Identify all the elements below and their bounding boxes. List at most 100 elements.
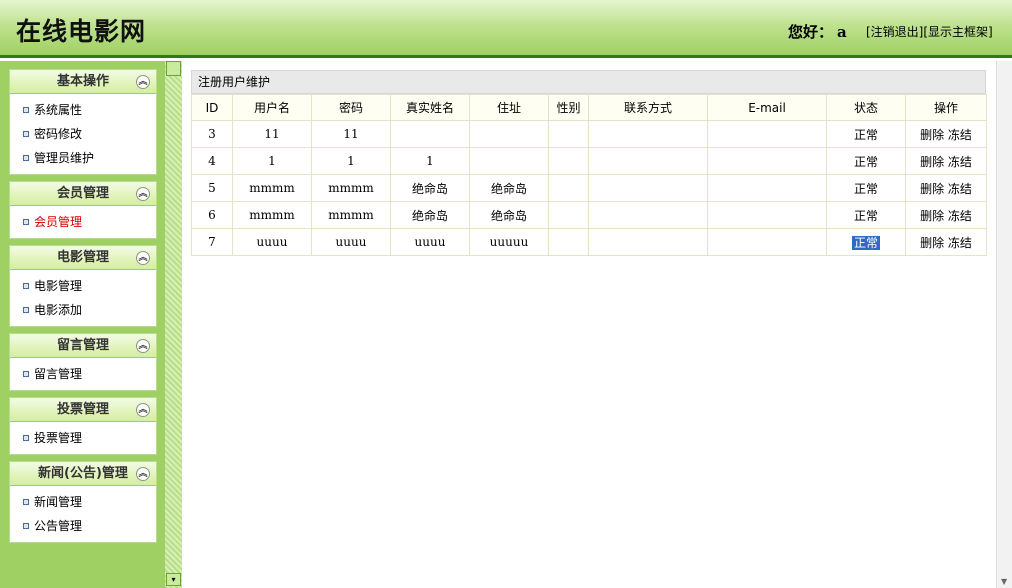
freeze-link[interactable]: 冻结: [948, 209, 972, 223]
cell-gender: [548, 174, 589, 202]
sidebar-item-label: 投票管理: [34, 431, 83, 445]
panel-header-member-management[interactable]: 会员管理 ︽: [10, 182, 156, 206]
panel-member-management: 会员管理 ︽ 会员管理: [9, 181, 157, 239]
sidebar-item-member-management[interactable]: 会员管理: [10, 210, 156, 234]
delete-link[interactable]: 删除: [920, 155, 944, 169]
cell-password: mmmm: [311, 174, 391, 202]
bullet-icon: [23, 435, 29, 441]
column-header-email: E-mail: [707, 94, 827, 121]
cell-status: 正常: [826, 174, 906, 202]
cell-actions: 删除 冻结: [905, 201, 987, 229]
panel-title: 会员管理: [56, 186, 109, 201]
splitter-bottom-button[interactable]: ▾: [166, 573, 181, 586]
sidebar-item-label: 公告管理: [34, 519, 83, 533]
splitter-toggle-button[interactable]: [166, 61, 181, 76]
collapse-icon[interactable]: ︽: [136, 467, 150, 481]
collapse-icon[interactable]: ︽: [136, 75, 150, 89]
cell-password: uuuu: [311, 228, 391, 256]
cell-contact: [588, 147, 708, 175]
panel-basic-ops: 基本操作 ︽ 系统属性 密码修改 管理员维护: [9, 69, 157, 175]
freeze-link[interactable]: 冻结: [948, 155, 972, 169]
freeze-link[interactable]: 冻结: [948, 236, 972, 250]
bullet-icon: [23, 371, 29, 377]
cell-username: mmmm: [232, 201, 312, 229]
cell-status: 正常: [826, 147, 906, 175]
sidebar-item-password-change[interactable]: 密码修改: [10, 122, 156, 146]
cell-status: 正常: [826, 120, 906, 148]
cell-id: 6: [191, 201, 233, 229]
cell-username: 11: [232, 120, 312, 148]
show-main-frame-link[interactable]: [显示主框架]: [923, 25, 992, 39]
vertical-scrollbar[interactable]: ▼: [996, 61, 1012, 588]
table-header-row: ID 用户名 密码 真实姓名 住址 性别 联系方式 E-mail 状态 操作: [191, 94, 987, 121]
cell-status: 正常: [826, 201, 906, 229]
delete-link[interactable]: 删除: [920, 128, 944, 142]
cell-username: mmmm: [232, 174, 312, 202]
panel-title: 留言管理: [56, 338, 109, 353]
cell-address: [469, 120, 549, 148]
sidebar-item-message-management[interactable]: 留言管理: [10, 362, 156, 386]
panel-title: 电影管理: [56, 250, 109, 265]
cell-email: [707, 147, 827, 175]
collapse-icon[interactable]: ︽: [136, 403, 150, 417]
cell-gender: [548, 120, 589, 148]
cell-realname: 绝命岛: [390, 201, 470, 229]
column-header-status: 状态: [826, 94, 906, 121]
cell-id: 7: [191, 228, 233, 256]
sidebar-item-label: 留言管理: [34, 367, 83, 381]
delete-link[interactable]: 删除: [920, 182, 944, 196]
column-header-id: ID: [191, 94, 233, 121]
panel-header-basic-ops[interactable]: 基本操作 ︽: [10, 70, 156, 94]
table-row: 6 mmmm mmmm 绝命岛 绝命岛 正常 删除 冻结: [191, 201, 987, 229]
delete-link[interactable]: 删除: [920, 236, 944, 250]
sidebar-item-label: 密码修改: [34, 127, 83, 141]
collapse-icon[interactable]: ︽: [136, 339, 150, 353]
cell-contact: [588, 228, 708, 256]
bullet-icon: [23, 155, 29, 161]
scroll-down-icon[interactable]: ▼: [1001, 577, 1007, 586]
cell-gender: [548, 147, 589, 175]
greeting-label: 您好：: [788, 23, 834, 41]
bullet-icon: [23, 499, 29, 505]
sidebar-item-admin-maintenance[interactable]: 管理员维护: [10, 146, 156, 170]
panel-title: 投票管理: [56, 402, 109, 417]
panel-header-news-management[interactable]: 新闻(公告)管理 ︽: [10, 462, 156, 486]
sidebar-item-vote-management[interactable]: 投票管理: [10, 426, 156, 450]
bullet-icon: [23, 283, 29, 289]
top-header: 在线电影网 您好： a [注销退出][显示主框架]: [0, 0, 1012, 58]
freeze-link[interactable]: 冻结: [948, 128, 972, 142]
sidebar-item-movie-management[interactable]: 电影管理: [10, 274, 156, 298]
cell-email: [707, 174, 827, 202]
cell-contact: [588, 201, 708, 229]
cell-realname: [390, 120, 470, 148]
table-row: 7 uuuu uuuu uuuu uuuuu 正常 删除 冻结: [191, 228, 987, 256]
cell-gender: [548, 201, 589, 229]
delete-link[interactable]: 删除: [920, 209, 944, 223]
cell-address: 绝命岛: [469, 174, 549, 202]
collapse-icon[interactable]: ︽: [136, 251, 150, 265]
column-header-username: 用户名: [232, 94, 312, 121]
panel-header-message-management[interactable]: 留言管理 ︽: [10, 334, 156, 358]
panel-title: 基本操作: [56, 74, 109, 89]
sidebar-item-system-properties[interactable]: 系统属性: [10, 98, 156, 122]
collapse-icon[interactable]: ︽: [136, 187, 150, 201]
sidebar-item-movie-add[interactable]: 电影添加: [10, 298, 156, 322]
bullet-icon: [23, 131, 29, 137]
sidebar-item-label: 系统属性: [34, 103, 83, 117]
bullet-icon: [23, 523, 29, 529]
frame-splitter[interactable]: ▾: [165, 61, 182, 588]
cell-id: 3: [191, 120, 233, 148]
bullet-icon: [23, 107, 29, 113]
panel-movie-management: 电影管理 ︽ 电影管理 电影添加: [9, 245, 157, 327]
sidebar-item-label: 会员管理: [34, 215, 83, 229]
panel-header-movie-management[interactable]: 电影管理 ︽: [10, 246, 156, 270]
sidebar-item-announcement-management[interactable]: 公告管理: [10, 514, 156, 538]
sidebar-item-news-management[interactable]: 新闻管理: [10, 490, 156, 514]
logout-link[interactable]: [注销退出]: [866, 25, 923, 39]
column-header-address: 住址: [469, 94, 549, 121]
cell-password: mmmm: [311, 201, 391, 229]
cell-actions: 删除 冻结: [905, 147, 987, 175]
cell-actions: 删除 冻结: [905, 174, 987, 202]
freeze-link[interactable]: 冻结: [948, 182, 972, 196]
panel-header-vote-management[interactable]: 投票管理 ︽: [10, 398, 156, 422]
